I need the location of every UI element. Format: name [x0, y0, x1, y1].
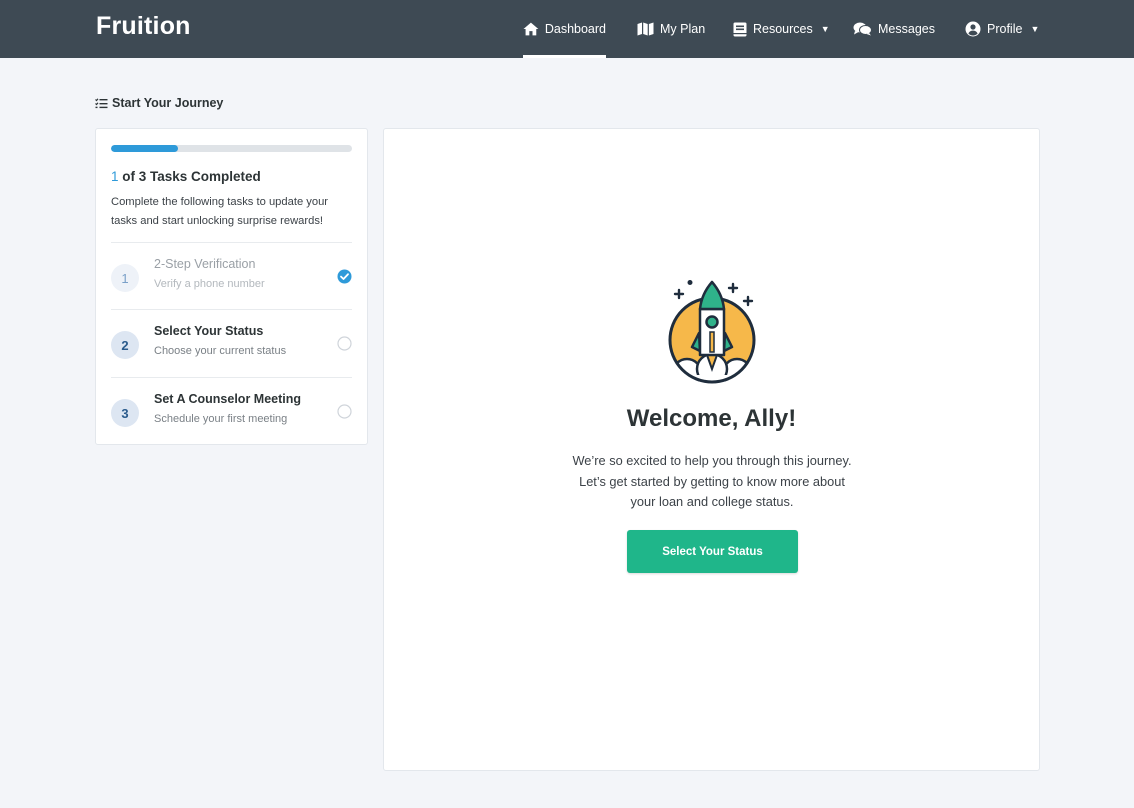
- nav-label-resources: Resources: [753, 22, 813, 36]
- task-item-counselor-meeting[interactable]: 3 Set A Counselor Meeting Schedule your …: [111, 377, 352, 445]
- chevron-down-icon: ▼: [1030, 24, 1040, 34]
- task-number: 2: [111, 331, 139, 359]
- task-item-verification[interactable]: 1 2-Step Verification Verify a phone num…: [111, 242, 352, 310]
- task-title: Select Your Status: [154, 324, 264, 338]
- welcome-panel: Welcome, Ally! We’re so excited to help …: [383, 128, 1040, 771]
- task-progress-fill: [111, 145, 179, 152]
- empty-circle-icon: [337, 404, 352, 419]
- completed-suffix: of 3 Tasks Completed: [118, 169, 261, 184]
- journey-title-text: Start Your Journey: [112, 96, 224, 110]
- select-your-status-button[interactable]: Select Your Status: [627, 530, 798, 573]
- welcome-heading: Welcome, Ally!: [626, 405, 797, 432]
- nav-label-dashboard: Dashboard: [544, 22, 606, 36]
- map-icon: [637, 22, 654, 36]
- task-title: 2-Step Verification: [154, 257, 256, 271]
- chevron-down-icon: ▼: [820, 24, 830, 34]
- task-number: 1: [111, 264, 139, 292]
- nav-label-messages: Messages: [878, 22, 935, 36]
- tasks-card: 1 of 3 Tasks Completed Complete the foll…: [95, 128, 368, 445]
- journey-section-title: Start Your Journey: [95, 96, 223, 110]
- nav-label-profile: Profile: [987, 22, 1023, 36]
- nav-item-my-plan[interactable]: My Plan: [637, 0, 705, 58]
- brand-logo[interactable]: Fruition: [96, 12, 191, 41]
- task-number: 3: [111, 399, 139, 427]
- tasks-completed-count: 1 of 3 Tasks Completed: [111, 169, 261, 184]
- nav-item-resources[interactable]: Resources ▼: [733, 0, 830, 58]
- rocket-icon: [668, 280, 756, 384]
- user-circle-icon: [965, 21, 981, 37]
- empty-circle-icon: [337, 336, 352, 351]
- nav-label-my-plan: My Plan: [660, 22, 706, 36]
- nav-item-profile[interactable]: Profile ▼: [965, 0, 1039, 58]
- top-navigation-bar: Fruition Dashboard My Plan Resources ▼ M…: [0, 0, 1134, 58]
- task-subtitle: Choose your current status: [154, 345, 287, 357]
- nav-item-messages[interactable]: Messages: [853, 0, 935, 58]
- tasks-description: Complete the following tasks to update y…: [111, 196, 329, 227]
- task-subtitle: Schedule your first meeting: [154, 413, 288, 425]
- checklist-icon: [95, 97, 108, 108]
- home-icon: [523, 22, 539, 36]
- chat-icon: [853, 22, 872, 36]
- task-item-select-status[interactable]: 2 Select Your Status Choose your current…: [111, 309, 352, 377]
- task-subtitle: Verify a phone number: [154, 278, 265, 290]
- task-title: Set A Counselor Meeting: [154, 392, 302, 406]
- nav-item-dashboard[interactable]: Dashboard: [523, 0, 606, 58]
- book-icon: [733, 22, 747, 36]
- completed-number: 1: [111, 169, 119, 184]
- check-circle-icon: [337, 269, 352, 284]
- welcome-intro-text: We’re so excited to help you through thi…: [572, 453, 852, 509]
- task-progress-bar: [111, 145, 352, 152]
